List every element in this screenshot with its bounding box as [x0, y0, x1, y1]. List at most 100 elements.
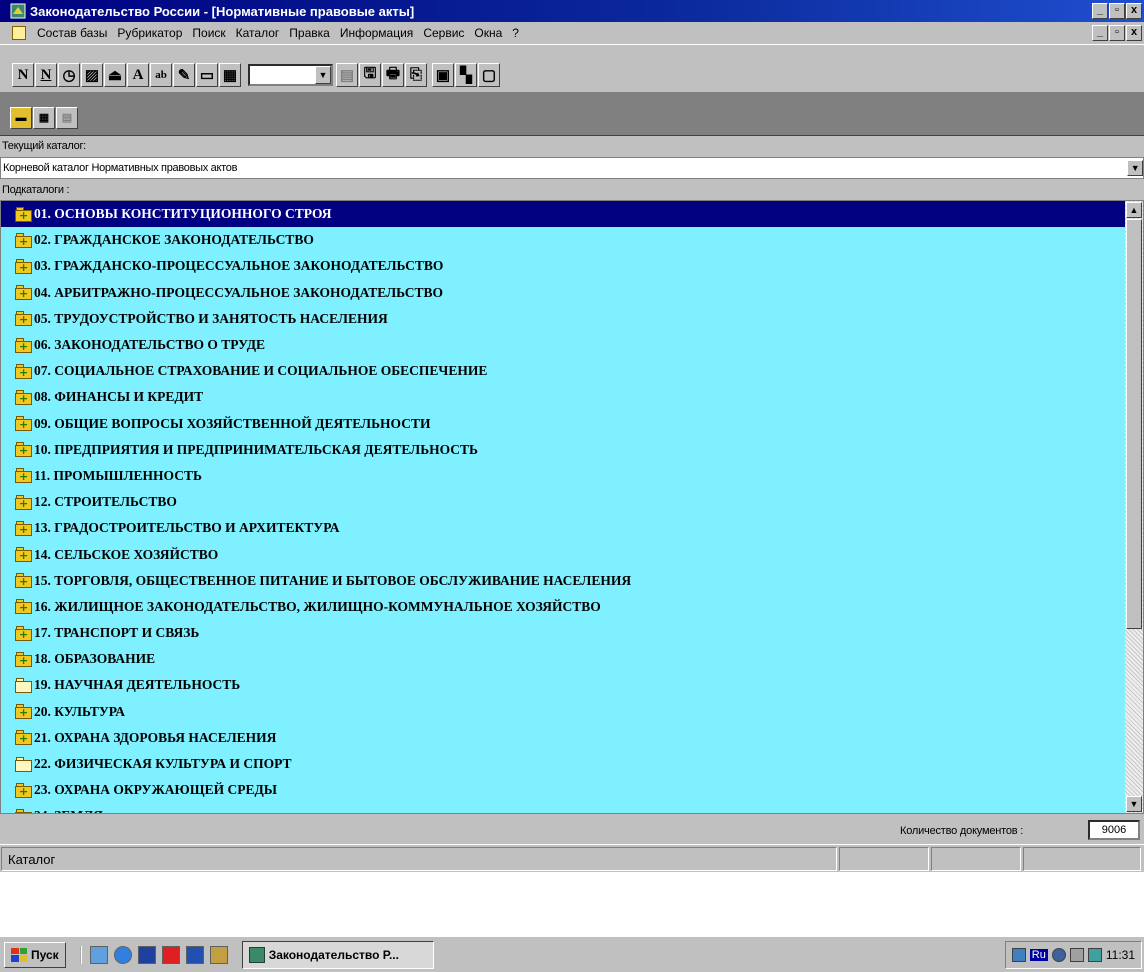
tray-icon[interactable] — [1051, 947, 1066, 962]
clock-icon[interactable]: ◷ — [58, 63, 80, 87]
subcatalog-label: 17. ТРАНСПОРТ И СВЯЗЬ — [34, 625, 200, 641]
scroll-down-button[interactable]: ▼ — [1126, 796, 1142, 812]
tree-disabled-icon[interactable]: ▤ — [56, 106, 78, 129]
subcatalog-row[interactable]: 22. ФИЗИЧЕСКАЯ КУЛЬТУРА И СПОРТ — [1, 751, 1127, 777]
subcatalog-row[interactable]: +12. СТРОИТЕЛЬСТВО — [1, 489, 1127, 515]
close-button[interactable]: x — [1126, 3, 1142, 19]
menu-windows[interactable]: Окна — [469, 26, 507, 40]
system-tray: Ru 11:31 — [1004, 940, 1142, 969]
subcatalog-row[interactable]: +15. ТОРГОВЛЯ, ОБЩЕСТВЕННОЕ ПИТАНИЕ И БЫ… — [1, 568, 1127, 594]
menu-service[interactable]: Сервис — [418, 26, 469, 40]
subcatalog-row[interactable]: +16. ЖИЛИЩНОЕ ЗАКОНОДАТЕЛЬСТВО, ЖИЛИЩНО-… — [1, 594, 1127, 620]
text-field-icon[interactable]: ab — [150, 63, 172, 87]
maximize-button[interactable]: ▫ — [1109, 3, 1125, 19]
subcatalog-row[interactable]: +10. ПРЕДПРИЯТИЯ И ПРЕДПРИНИМАТЕЛЬСКАЯ Д… — [1, 437, 1127, 463]
document-count-value: 9006 — [1088, 820, 1140, 840]
subcatalog-row[interactable]: +24. ЗЕМЛЯ — [1, 803, 1127, 813]
cascade-icon[interactable]: ▚ — [455, 63, 477, 87]
tray-app-icon[interactable] — [1087, 947, 1102, 962]
save-disk-icon[interactable] — [137, 945, 156, 964]
language-indicator[interactable]: Ru — [1029, 948, 1048, 961]
subcatalog-row[interactable]: +13. ГРАДОСТРОИТЕЛЬСТВО И АРХИТЕКТУРА — [1, 515, 1127, 541]
start-button[interactable]: Пуск — [4, 941, 66, 968]
print-icon[interactable]: 🖶 — [382, 63, 404, 87]
list-icon[interactable]: ▤ — [336, 63, 358, 87]
edit-icon[interactable]: ✎ — [173, 63, 195, 87]
status-text: Каталог — [1, 847, 837, 871]
subcatalog-list[interactable]: +01. ОСНОВЫ КОНСТИТУЦИОННОГО СТРОЯ +02. Г… — [0, 200, 1144, 814]
scroll-thumb[interactable] — [1126, 219, 1142, 629]
folder-plus-icon: + — [15, 573, 32, 589]
desktop-icon[interactable] — [89, 945, 108, 964]
menu-help[interactable]: ? — [507, 26, 524, 40]
number-underline-icon[interactable]: N — [35, 63, 57, 87]
document-icon[interactable] — [12, 26, 26, 40]
title-bar: Законодательство России - [Нормативные п… — [0, 0, 1144, 22]
subcatalog-row[interactable]: +17. ТРАНСПОРТ И СВЯЗЬ — [1, 620, 1127, 646]
antivirus-icon[interactable] — [161, 945, 180, 964]
subcatalog-row[interactable]: +09. ОБЩИЕ ВОПРОСЫ ХОЗЯЙСТВЕННОЙ ДЕЯТЕЛЬ… — [1, 411, 1127, 437]
menu-catalog[interactable]: Каталог — [231, 26, 285, 40]
subcatalog-row[interactable]: +18. ОБРАЗОВАНИЕ — [1, 646, 1127, 672]
network-icon[interactable] — [1011, 947, 1026, 962]
stamp-icon[interactable]: ⏏ — [104, 63, 126, 87]
minimize-button[interactable]: _ — [1092, 3, 1108, 19]
scroll-up-button[interactable]: ▲ — [1126, 202, 1142, 218]
subcatalog-row[interactable]: +20. КУЛЬТУРА — [1, 699, 1127, 725]
menu-database[interactable]: Состав базы — [32, 26, 112, 40]
subcatalog-label: 19. НАУЧНАЯ ДЕЯТЕЛЬНОСТЬ — [34, 677, 241, 693]
volume-icon[interactable] — [1069, 947, 1084, 962]
internet-explorer-icon[interactable] — [113, 945, 132, 964]
subcatalog-label: 04. АРБИТРАЖНО-ПРОЦЕССУАЛЬНОЕ ЗАКОНОДАТЕ… — [34, 284, 443, 300]
word-icon[interactable] — [185, 945, 204, 964]
subcatalog-row[interactable]: +03. ГРАЖДАНСКО-ПРОЦЕССУАЛЬНОЕ ЗАКОНОДАТ… — [1, 253, 1127, 279]
pen-icon[interactable] — [209, 945, 228, 964]
toolbar-combo[interactable]: ▼ — [248, 64, 333, 86]
copy-icon[interactable]: ⎘ — [405, 63, 427, 87]
subcatalog-row[interactable]: +06. ЗАКОНОДАТЕЛЬСТВО О ТРУДЕ — [1, 332, 1127, 358]
open-folder-icon[interactable]: ▬ — [10, 106, 32, 129]
menu-edit[interactable]: Правка — [284, 26, 335, 40]
subcatalog-row[interactable]: +08. ФИНАНСЫ И КРЕДИТ — [1, 384, 1127, 410]
mdi-close-button[interactable]: x — [1126, 25, 1142, 41]
page-icon[interactable]: ▢ — [478, 63, 500, 87]
menu-search[interactable]: Поиск — [187, 26, 230, 40]
number-icon[interactable]: N — [12, 63, 34, 87]
subcatalog-row[interactable]: +05. ТРУДОУСТРОЙСТВО И ЗАНЯТОСТЬ НАСЕЛЕН… — [1, 306, 1127, 332]
mdi-minimize-button[interactable]: _ — [1092, 25, 1108, 41]
subcatalog-row[interactable]: +01. ОСНОВЫ КОНСТИТУЦИОННОГО СТРОЯ — [1, 201, 1127, 228]
tree-icon[interactable]: ▦ — [33, 106, 55, 129]
subcatalog-row[interactable]: +21. ОХРАНА ЗДОРОВЬЯ НАСЕЛЕНИЯ — [1, 725, 1127, 751]
subcatalog-label: 05. ТРУДОУСТРОЙСТВО И ЗАНЯТОСТЬ НАСЕЛЕНИ… — [34, 310, 388, 326]
folder-plus-icon: + — [15, 389, 32, 405]
menu-rubricator[interactable]: Рубрикатор — [112, 26, 187, 40]
document-count-label: Количество документов : — [900, 825, 1024, 837]
menu-info[interactable]: Информация — [335, 26, 418, 40]
calendar-icon[interactable]: ▨ — [81, 63, 103, 87]
folder-plus-icon: + — [15, 258, 32, 274]
subcatalog-row[interactable]: +02. ГРАЖДАНСКОЕ ЗАКОНОДАТЕЛЬСТВО — [1, 227, 1127, 253]
subcatalog-row[interactable]: 19. НАУЧНАЯ ДЕЯТЕЛЬНОСТЬ — [1, 672, 1127, 698]
folder-plus-icon: + — [15, 416, 32, 432]
grid-icon[interactable]: ▦ — [219, 63, 241, 87]
subcatalog-row[interactable]: +23. ОХРАНА ОКРУЖАЮЩЕЙ СРЕДЫ — [1, 777, 1127, 803]
chevron-down-icon[interactable]: ▼ — [1127, 160, 1143, 176]
window-icon[interactable]: ▣ — [432, 63, 454, 87]
current-catalog-label: Текущий каталог: — [2, 140, 86, 152]
subcatalog-row[interactable]: +04. АРБИТРАЖНО-ПРОЦЕССУАЛЬНОЕ ЗАКОНОДАТ… — [1, 280, 1127, 306]
save-icon[interactable]: 🖫 — [359, 63, 381, 87]
subcatalog-label: 01. ОСНОВЫ КОНСТИТУЦИОННОГО СТРОЯ — [34, 206, 332, 222]
chevron-down-icon[interactable]: ▼ — [315, 66, 331, 84]
subcatalog-label: 18. ОБРАЗОВАНИЕ — [34, 651, 156, 667]
current-catalog-select[interactable]: Корневой каталог Нормативных правовых ак… — [0, 157, 1144, 179]
vertical-scrollbar[interactable]: ▲ ▼ — [1125, 201, 1143, 813]
subcatalog-row[interactable]: +14. СЕЛЬСКОЕ ХОЗЯЙСТВО — [1, 541, 1127, 567]
subcatalog-label: 08. ФИНАНСЫ И КРЕДИТ — [34, 389, 204, 405]
folder-plus-icon: + — [15, 730, 32, 746]
form-icon[interactable]: ▭ — [196, 63, 218, 87]
task-legislation-russia[interactable]: Законодательство Р... — [241, 940, 434, 969]
subcatalog-row[interactable]: +11. ПРОМЫШЛЕННОСТЬ — [1, 463, 1127, 489]
font-icon[interactable]: A — [127, 63, 149, 87]
subcatalog-row[interactable]: +07. СОЦИАЛЬНОЕ СТРАХОВАНИЕ И СОЦИАЛЬНОЕ… — [1, 358, 1127, 384]
mdi-maximize-button[interactable]: ▫ — [1109, 25, 1125, 41]
